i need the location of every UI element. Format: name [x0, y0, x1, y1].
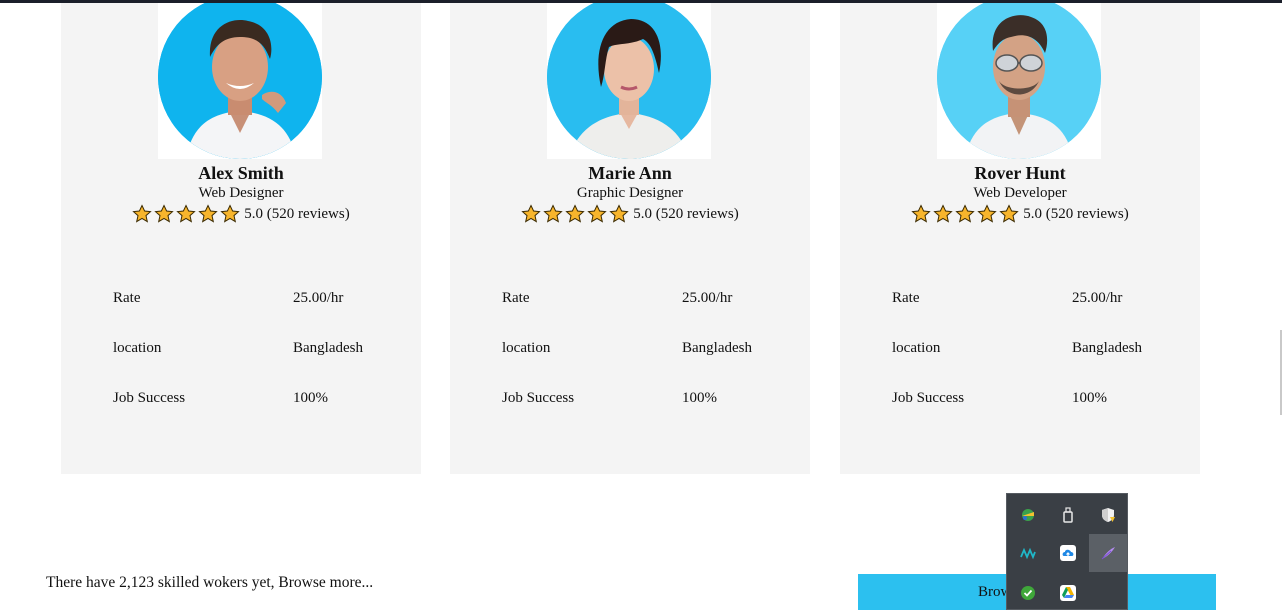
avatar [547, 3, 711, 159]
check-shield-icon[interactable] [1009, 574, 1047, 610]
wave-app-icon[interactable] [1009, 534, 1047, 572]
detail-label: Job Success [502, 390, 575, 406]
system-tray-popup [1006, 493, 1128, 610]
worker-role: Web Developer [973, 185, 1067, 201]
avatar [937, 3, 1101, 159]
network-icon[interactable] [1009, 496, 1047, 534]
star-icon [132, 204, 152, 224]
detail-value: 25.00/hr [1072, 290, 1123, 306]
detail-label: Job Success [892, 390, 965, 406]
star-icon [587, 204, 607, 224]
star-icon [911, 204, 931, 224]
star-icon [543, 204, 563, 224]
star-icon [933, 204, 953, 224]
star-icon [521, 204, 541, 224]
rating-text: 5.0 (520 reviews) [1023, 205, 1129, 222]
feather-app-icon[interactable] [1089, 534, 1127, 572]
detail-label: location [113, 340, 162, 356]
detail-label: Job Success [113, 390, 186, 406]
worker-role: Web Designer [198, 185, 284, 201]
detail-label: location [502, 340, 551, 356]
detail-value: 25.00/hr [682, 290, 733, 306]
cloud-upload-icon[interactable] [1049, 534, 1087, 572]
star-icon [220, 204, 240, 224]
star-icon [565, 204, 585, 224]
detail-value: Bangladesh [682, 340, 752, 356]
star-icon [198, 204, 218, 224]
worker-name: Rover Hunt [974, 163, 1066, 183]
star-icon [977, 204, 997, 224]
security-shield-icon[interactable] [1089, 496, 1127, 534]
detail-value: Bangladesh [293, 340, 363, 356]
detail-label: Rate [502, 290, 530, 306]
star-icon [955, 204, 975, 224]
star-icon [609, 204, 629, 224]
profile-card-rover: Rover Hunt Web Developer 5.0 (520 review… [840, 3, 1200, 474]
google-drive-icon[interactable] [1049, 574, 1087, 610]
detail-value: 100% [1072, 390, 1107, 406]
star-icon [154, 204, 174, 224]
worker-role: Graphic Designer [576, 185, 684, 201]
worker-name: Marie Ann [588, 163, 672, 183]
rating: 5.0 (520 reviews) [840, 204, 1200, 224]
rating: 5.0 (520 reviews) [450, 204, 810, 224]
detail-value: Bangladesh [1072, 340, 1142, 356]
worker-name: Alex Smith [198, 163, 284, 183]
detail-value: 25.00/hr [293, 290, 344, 306]
detail-label: Rate [113, 290, 141, 306]
star-rating [521, 204, 629, 224]
workers-count-text: There have 2,123 skilled wokers yet, Bro… [46, 574, 374, 591]
star-rating [132, 204, 240, 224]
detail-value: 100% [682, 390, 717, 406]
detail-value: 100% [293, 390, 328, 406]
profile-card-marie: Marie Ann Graphic Designer 5.0 (520 revi… [450, 3, 810, 474]
star-icon [176, 204, 196, 224]
star-icon [999, 204, 1019, 224]
rating: 5.0 (520 reviews) [61, 204, 421, 224]
detail-label: Rate [892, 290, 920, 306]
rating-text: 5.0 (520 reviews) [244, 205, 350, 222]
rating-text: 5.0 (520 reviews) [633, 205, 739, 222]
avatar [158, 3, 322, 159]
usb-drive-icon[interactable] [1049, 496, 1087, 534]
profile-card-alex: Alex Smith Web Designer 5.0 (520 reviews… [61, 3, 421, 474]
detail-label: location [892, 340, 941, 356]
star-rating [911, 204, 1019, 224]
